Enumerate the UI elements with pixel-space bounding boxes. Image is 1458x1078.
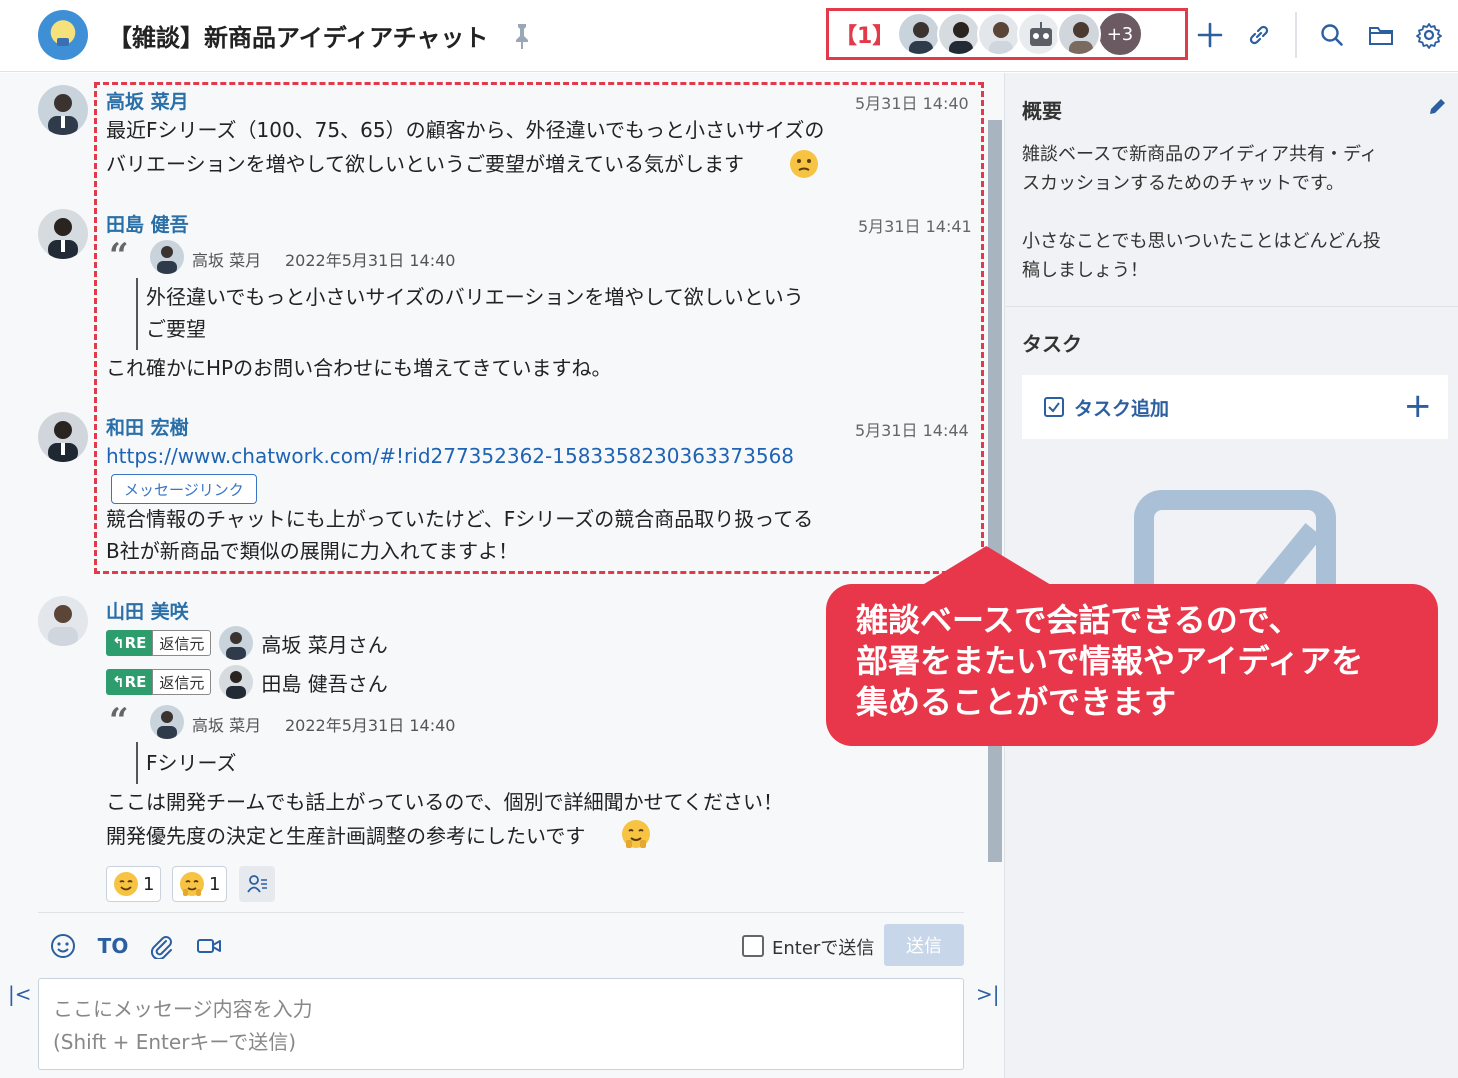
smile-emoji-icon [113, 871, 139, 897]
user-avatar[interactable] [38, 209, 88, 259]
reaction-users-icon [247, 875, 267, 893]
add-task-label: タスク追加 [1074, 397, 1170, 420]
reply-source-label[interactable]: 返信元 [152, 669, 212, 695]
reaction-thanks[interactable]: 1 [172, 866, 228, 902]
quote-icon: “ [109, 701, 129, 741]
room-header: 【雑談】新商品アイディアチャット 【1】 +3 [0, 0, 1458, 72]
emoji-icon[interactable] [48, 930, 78, 962]
reaction-count: 1 [143, 873, 155, 895]
user-avatar[interactable] [38, 85, 88, 135]
member-avatar[interactable] [1057, 12, 1101, 56]
member-avatar[interactable] [937, 12, 981, 56]
message-text-line: 開発優先度の決定と生産計画調整の参考にしたいです [106, 824, 586, 848]
quote-text-line: Fシリーズ [146, 751, 237, 775]
reply-arrow-icon: ↰ [112, 673, 125, 691]
member-annotation-label: 【1】 [835, 24, 895, 49]
message-input[interactable]: ここにメッセージ内容を入力 (Shift + Enterキーで送信) [38, 978, 964, 1070]
overview-title: 概要 [1022, 99, 1062, 123]
reply-user-name: 田島 健吾さん [261, 671, 388, 696]
reaction-count: 1 [209, 873, 221, 895]
reply-user-avatar [219, 665, 254, 699]
reply-user-avatar [219, 626, 254, 660]
attachment-clip-icon[interactable] [145, 930, 175, 962]
search-icon[interactable] [1317, 18, 1347, 52]
plus-icon: + [1403, 386, 1433, 426]
task-checkbox-icon [1042, 395, 1066, 419]
reply-user-name: 高坂 菜月さん [261, 632, 388, 657]
reply-arrow-icon: ↰ [112, 634, 125, 652]
folder-icon[interactable] [1366, 18, 1396, 52]
reply-tag: ↰ RE [106, 630, 153, 656]
quote-date[interactable]: 2022年5月31日 14:40 [285, 712, 455, 736]
collapse-left-icon[interactable]: |< [8, 982, 32, 1006]
message-username[interactable]: 山田 美咲 [106, 597, 189, 624]
video-call-icon[interactable] [194, 930, 224, 962]
member-avatars[interactable]: +3 [897, 11, 1143, 57]
reply-reference[interactable]: ↰ RE 返信元 高坂 菜月さん [106, 626, 388, 660]
link-icon[interactable] [1244, 18, 1274, 52]
overview-text-line: 雑談ベースで新商品のアイディア共有・ディ [1022, 144, 1378, 165]
overview-text-line: 小さなことでも思いついたことはどんどん投 [1022, 231, 1381, 252]
reaction-smile[interactable]: 1 [106, 866, 162, 902]
pin-icon[interactable] [512, 22, 532, 50]
enter-to-send-checkbox[interactable] [742, 935, 764, 957]
quote-username: 高坂 菜月 [192, 716, 262, 735]
reaction-users-button[interactable] [239, 866, 275, 902]
reply-tag: ↰ RE [106, 669, 153, 695]
reply-reference[interactable]: ↰ RE 返信元 田島 健吾さん [106, 665, 388, 699]
member-list[interactable]: 【1】 +3 [826, 8, 1188, 60]
quote-user-avatar [150, 705, 184, 739]
room-icon[interactable] [38, 10, 88, 60]
reply-tag-label: RE [124, 673, 147, 691]
enter-to-send-label[interactable]: Enterで送信 [772, 934, 874, 960]
timeline-scrollbar[interactable] [988, 120, 1002, 862]
message-text-line: ここは開発チームでも話上がっているので、個別で詳細聞かせてください！ [106, 790, 783, 814]
reply-source-label[interactable]: 返信元 [152, 630, 212, 656]
composer-divider [38, 912, 964, 913]
callout-text: 雑談ベースで会話できるので、 部署をまたいで情報やアイディアを 集めることができ… [856, 601, 1364, 721]
add-task-button[interactable]: タスク追加 + [1022, 375, 1448, 439]
reply-tag-label: RE [124, 634, 147, 652]
more-members-badge[interactable]: +3 [1097, 11, 1143, 57]
overview-text-line: スカッションするためのチャットです。 [1022, 173, 1345, 194]
send-button[interactable]: 送信 [884, 924, 964, 966]
settings-gear-icon[interactable] [1414, 18, 1444, 52]
member-avatar[interactable] [977, 12, 1021, 56]
collapse-right-icon[interactable]: >| [976, 982, 1000, 1006]
overview-text-line: 稿しましょう！ [1022, 260, 1148, 281]
user-avatar[interactable] [38, 596, 88, 646]
to-button[interactable]: TO [98, 930, 129, 962]
add-member-icon[interactable] [1195, 18, 1225, 52]
quote-bar [136, 742, 138, 784]
bot-avatar[interactable] [1017, 12, 1061, 56]
task-title: タスク [1022, 332, 1082, 356]
highlight-frame [94, 82, 984, 574]
thanks-emoji-icon [620, 818, 652, 850]
user-avatar[interactable] [38, 412, 88, 462]
member-avatar[interactable] [897, 12, 941, 56]
thanks-emoji-icon [179, 871, 205, 897]
edit-pencil-icon[interactable] [1426, 96, 1448, 118]
panel-divider [1004, 306, 1458, 307]
header-divider [1295, 12, 1297, 58]
room-title[interactable]: 【雑談】新商品アイディアチャット [108, 18, 488, 53]
